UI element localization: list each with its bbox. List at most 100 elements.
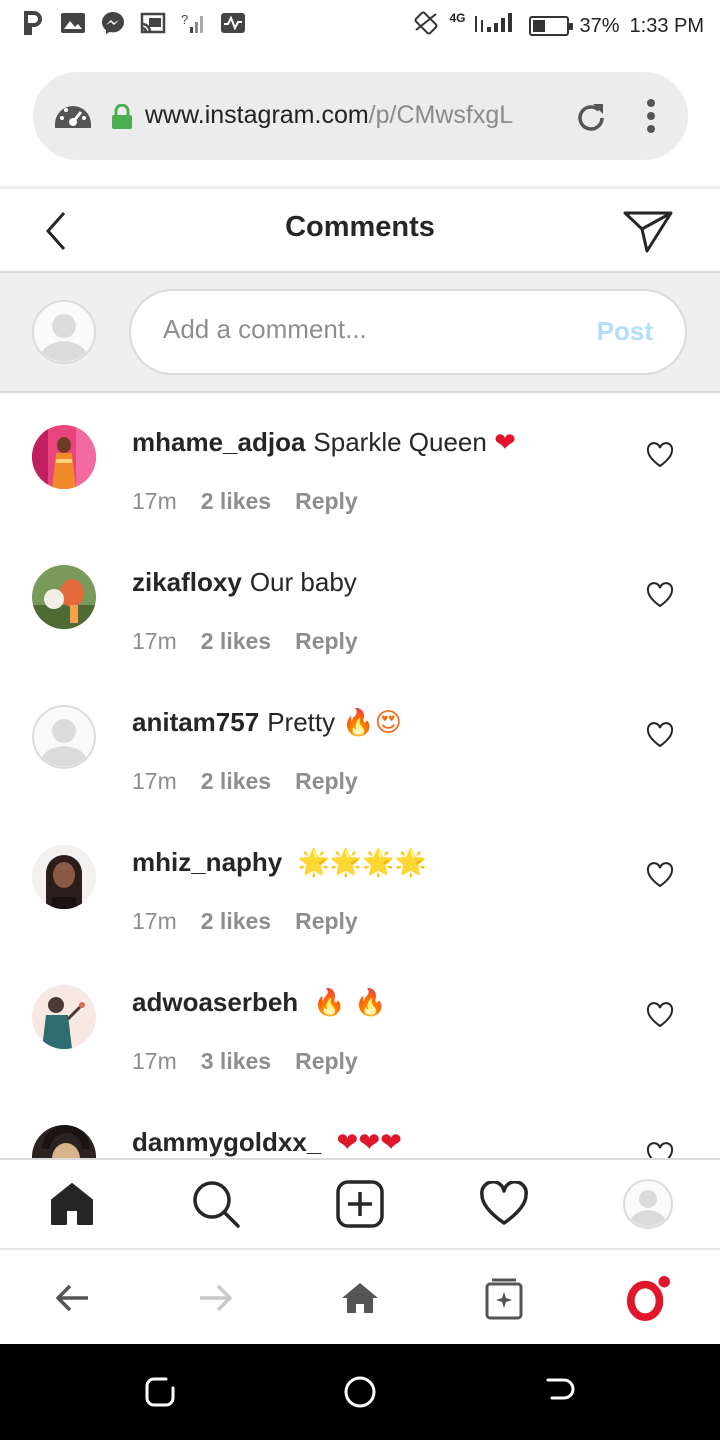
opera-menu-icon[interactable] xyxy=(626,1276,670,1321)
reload-icon[interactable] xyxy=(573,100,609,141)
comment-meta: 17m 2 likes Reply xyxy=(132,488,358,515)
list-item: mhame_adjoa Sparkle Queen ❤ 17m 2 likes R… xyxy=(0,395,720,535)
comment-text: adwoaserbeh 🔥 🔥 xyxy=(132,985,386,1020)
comment-text: mhiz_naphy 🌟🌟🌟🌟 xyxy=(132,845,427,880)
comment-username[interactable]: mhiz_naphy xyxy=(132,847,282,877)
reply-button[interactable]: Reply xyxy=(295,1048,358,1075)
comments-header: Comments xyxy=(0,189,720,273)
url-text[interactable]: www.instagram.com/p/CMwsfxgL xyxy=(145,101,555,130)
network-type: 4G xyxy=(449,11,466,25)
browser-back-icon[interactable] xyxy=(50,1276,94,1320)
profile-avatar-icon[interactable] xyxy=(622,1178,674,1230)
comment-box: Post xyxy=(129,289,687,375)
comment-time: 17m xyxy=(132,488,177,514)
url-path: /p/CMwsfxgL xyxy=(368,101,514,129)
comment-body: Sparkle Queen xyxy=(313,427,487,457)
direct-send-icon[interactable] xyxy=(620,205,676,255)
comment-emoji: 🌟🌟🌟🌟 xyxy=(297,848,427,878)
speed-dial-icon[interactable] xyxy=(53,98,93,139)
comment-likes[interactable]: 2 likes xyxy=(201,908,271,935)
svg-text:?: ? xyxy=(181,12,188,27)
notification-icons: ? xyxy=(20,10,246,36)
status-bar: ? 4G 37% 1:33 PM xyxy=(0,0,720,48)
comment-input[interactable] xyxy=(163,314,563,345)
instagram-tab-bar xyxy=(0,1158,720,1246)
lock-icon xyxy=(111,103,133,135)
reply-button[interactable]: Reply xyxy=(295,768,358,795)
comment-meta: 17m 2 likes Reply xyxy=(132,768,358,795)
comment-text: dammygoldxx_ ❤❤❤ xyxy=(132,1125,402,1158)
comment-time: 17m xyxy=(132,768,177,794)
browser-forward-icon[interactable] xyxy=(194,1276,238,1320)
battery-percent: 37% xyxy=(579,14,620,37)
reply-button[interactable]: Reply xyxy=(295,908,358,935)
avatar[interactable] xyxy=(32,705,96,769)
like-heart-icon[interactable] xyxy=(646,722,674,748)
like-heart-icon[interactable] xyxy=(646,1002,674,1028)
avatar[interactable] xyxy=(32,565,96,629)
comment-username[interactable]: mhame_adjoa xyxy=(132,427,305,457)
new-post-icon[interactable] xyxy=(334,1178,386,1230)
list-item: zikafloxy Our baby 17m 2 likes Reply xyxy=(0,535,720,675)
avatar[interactable] xyxy=(32,1125,96,1158)
comment-username[interactable]: zikafloxy xyxy=(132,567,242,597)
comment-text: mhame_adjoa Sparkle Queen ❤ xyxy=(132,425,516,460)
comment-time: 17m xyxy=(132,1048,177,1074)
reply-button[interactable]: Reply xyxy=(295,628,358,655)
tabs-icon[interactable] xyxy=(482,1276,526,1320)
android-nav-bar xyxy=(0,1344,720,1440)
like-heart-icon[interactable] xyxy=(646,582,674,608)
comment-meta: 17m 2 likes Reply xyxy=(132,628,358,655)
comment-likes[interactable]: 2 likes xyxy=(201,768,271,795)
address-bar[interactable]: www.instagram.com/p/CMwsfxgL xyxy=(33,72,688,160)
search-icon[interactable] xyxy=(190,1178,242,1230)
home-button-icon[interactable] xyxy=(342,1374,378,1410)
comment-meta: 17m 2 likes Reply xyxy=(132,908,358,935)
comment-text: zikafloxy Our baby xyxy=(132,565,357,599)
clock: 1:33 PM xyxy=(629,14,704,37)
like-heart-icon[interactable] xyxy=(646,862,674,888)
avatar[interactable] xyxy=(32,425,96,489)
reply-button[interactable]: Reply xyxy=(295,488,358,515)
comment-emoji: 🔥 🔥 xyxy=(313,988,387,1018)
like-heart-icon[interactable] xyxy=(646,1142,674,1158)
comments-list: mhame_adjoa Sparkle Queen ❤ 17m 2 likes R… xyxy=(0,395,720,1158)
more-menu-icon[interactable] xyxy=(643,98,659,139)
comment-likes[interactable]: 2 likes xyxy=(201,628,271,655)
home-icon[interactable] xyxy=(46,1178,98,1230)
comment-composer: Post xyxy=(0,273,720,393)
comment-time: 17m xyxy=(132,628,177,654)
page-title: Comments xyxy=(285,211,435,243)
no-signal-icon: ? xyxy=(180,10,206,36)
browser-home-icon[interactable] xyxy=(338,1276,382,1320)
comment-username[interactable]: adwoaserbeh xyxy=(132,987,298,1017)
like-heart-icon[interactable] xyxy=(646,442,674,468)
comment-username[interactable]: dammygoldxx_ xyxy=(132,1127,321,1157)
activity-heart-icon[interactable] xyxy=(478,1178,530,1230)
post-button[interactable]: Post xyxy=(597,316,653,347)
avatar[interactable] xyxy=(32,985,96,1049)
cast-icon xyxy=(140,10,166,36)
comment-time: 17m xyxy=(132,908,177,934)
url-host: www.instagram.com xyxy=(145,101,369,129)
browser-toolbar xyxy=(0,1248,720,1344)
battery-icon xyxy=(529,16,574,36)
list-item: mhiz_naphy 🌟🌟🌟🌟 17m 2 likes Reply xyxy=(0,815,720,955)
list-item: adwoaserbeh 🔥 🔥 17m 3 likes Reply xyxy=(0,955,720,1095)
image-icon xyxy=(60,10,86,36)
rotate-lock-icon xyxy=(413,10,439,42)
comment-body: Our baby xyxy=(249,567,357,597)
comment-text: anitam757 Pretty 🔥😍 xyxy=(132,705,402,740)
comment-emoji: 🔥😍 xyxy=(342,708,402,738)
system-status: 4G 37% 1:33 PM xyxy=(413,10,704,42)
back-button-icon[interactable] xyxy=(542,1374,578,1410)
comment-meta: 17m 3 likes Reply xyxy=(132,1048,358,1075)
recent-apps-icon[interactable] xyxy=(142,1374,178,1410)
comment-body: Pretty xyxy=(267,707,336,737)
comment-likes[interactable]: 2 likes xyxy=(201,488,271,515)
avatar[interactable] xyxy=(32,845,96,909)
p-app-icon xyxy=(20,10,46,36)
comment-username[interactable]: anitam757 xyxy=(132,707,259,737)
activity-icon xyxy=(220,10,246,36)
comment-likes[interactable]: 3 likes xyxy=(201,1048,271,1075)
